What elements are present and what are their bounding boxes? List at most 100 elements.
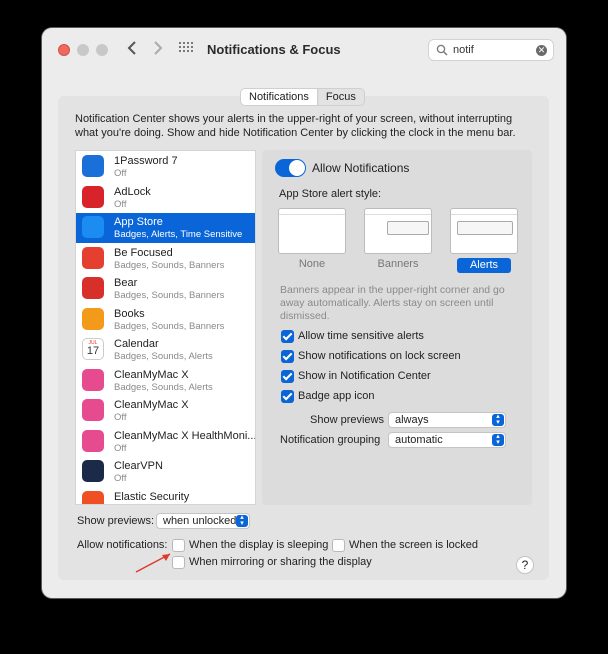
app-list[interactable]: 1Password 7 Off AdLock Off App Store Badges, …: [75, 150, 256, 505]
bear-icon: [82, 277, 104, 299]
screen-locked-label: When the screen is locked: [349, 539, 479, 551]
cleanmymac-icon: [82, 399, 104, 421]
app-list-item[interactable]: CleanMyMac X Off: [76, 396, 255, 426]
tab-bar: Notifications Focus: [240, 88, 365, 106]
app-list-item[interactable]: Books Badges, Sounds, Banners: [76, 305, 255, 335]
app-notification-status: Off: [114, 198, 127, 210]
show-all-grid-icon[interactable]: [179, 42, 195, 56]
lock-screen-checkbox[interactable]: [281, 350, 294, 363]
app-list-item[interactable]: Bear Badges, Sounds, Banners: [76, 274, 255, 304]
grouping-value: automatic: [395, 434, 443, 446]
calendar-icon: JUL 17: [82, 338, 104, 360]
grouping-label: Notification grouping: [280, 434, 381, 446]
style-banners-label: Banners: [377, 258, 419, 270]
cleanmymac-health-icon: [82, 429, 104, 452]
app-name: Elastic Security: [114, 490, 190, 503]
app-name: CleanMyMac X: [114, 399, 189, 411]
chevron-updown-icon: ▴ ▾: [492, 433, 504, 446]
style-none-preview[interactable]: [278, 208, 346, 254]
app-name: Books: [114, 307, 145, 320]
display-sleeping-label: When the display is sleeping: [189, 539, 329, 551]
style-alerts-label: Alerts: [457, 258, 511, 273]
chevron-updown-icon: ▴ ▾: [236, 514, 248, 527]
search-icon: [436, 44, 448, 56]
bottom-show-previews-label: Show previews:: [77, 515, 155, 527]
app-notification-status: Badges, Sounds, Banners: [114, 290, 225, 301]
help-button[interactable]: ?: [516, 556, 534, 574]
app-name: Bear: [114, 277, 138, 289]
bottom-show-previews-value: when unlocked: [163, 515, 237, 527]
alert-style-label: App Store alert style:: [279, 188, 382, 200]
app-notification-status: Badges, Sounds, Banners: [114, 259, 225, 271]
elastic-security-icon: [82, 490, 104, 504]
app-notification-status: Off: [114, 473, 127, 484]
app-name: CleanMyMac X HealthMoni...: [114, 429, 256, 442]
app-name: App Store: [114, 216, 163, 228]
app-list-item[interactable]: AdLock Off: [76, 183, 255, 213]
app-list-item[interactable]: App Store Badges, Alerts, Time Sensitive: [76, 213, 255, 243]
show-previews-value: always: [395, 414, 429, 426]
mirroring-label: When mirroring or sharing the display: [189, 556, 372, 568]
app-name: ClearVPN: [114, 460, 163, 472]
style-none-label: None: [298, 258, 326, 270]
window-title: Notifications & Focus: [207, 42, 341, 57]
app-notification-status: Off: [114, 168, 127, 179]
app-notification-status: Off: [114, 442, 127, 454]
adlock-icon: [82, 185, 104, 208]
style-note: Banners appear in the upper-right corner…: [280, 284, 505, 322]
clear-search-icon[interactable]: ✕: [536, 45, 547, 56]
grouping-select[interactable]: automatic ▴ ▾: [388, 432, 506, 448]
badge-icon-checkbox[interactable]: [281, 390, 294, 403]
app-list-item[interactable]: Elastic Security: [76, 488, 255, 504]
notification-center-checkbox[interactable]: [281, 370, 294, 383]
show-previews-label: Show previews: [310, 414, 384, 426]
zoom-window-button[interactable]: [96, 44, 108, 56]
app-list-item[interactable]: ClearVPN Off: [76, 457, 255, 487]
allow-notifications-label: Allow Notifications: [312, 161, 410, 175]
badge-icon-label: Badge app icon: [298, 390, 375, 402]
app-list-item[interactable]: 1Password 7 Off: [76, 152, 255, 182]
app-list-item[interactable]: CleanMyMac X Badges, Sounds, Alerts: [76, 366, 255, 396]
annotation-arrow-icon: [135, 553, 171, 573]
tab-notifications[interactable]: Notifications: [241, 89, 318, 105]
app-store-icon: [82, 216, 104, 238]
tab-focus[interactable]: Focus: [318, 89, 364, 105]
preferences-window: Notifications & Focus notif ✕ Notificati…: [42, 28, 566, 598]
app-notification-status: Badges, Sounds, Alerts: [114, 381, 213, 393]
time-sensitive-label: Allow time sensitive alerts: [298, 330, 424, 342]
search-field[interactable]: notif ✕: [428, 39, 554, 61]
bottom-show-previews-select[interactable]: when unlocked ▴ ▾: [156, 513, 250, 529]
app-name: Calendar: [114, 338, 159, 350]
app-notification-status: Badges, Alerts, Time Sensitive: [114, 229, 243, 240]
show-previews-select[interactable]: always ▴ ▾: [388, 412, 506, 428]
detail-pane: Allow Notifications App Store alert styl…: [262, 150, 532, 505]
search-input[interactable]: notif: [453, 44, 474, 56]
close-window-button[interactable]: [58, 44, 70, 56]
screen-locked-checkbox[interactable]: [332, 539, 345, 552]
be-focused-icon: [82, 246, 104, 269]
clearvpn-icon: [82, 460, 104, 482]
title-bar: Notifications & Focus notif ✕: [42, 28, 566, 72]
chevron-updown-icon: ▴ ▾: [492, 413, 504, 426]
app-notification-status: Off: [114, 412, 127, 423]
app-name: AdLock: [114, 185, 151, 198]
cleanmymac-icon: [82, 368, 104, 391]
1password-icon: [82, 155, 104, 177]
app-list-item[interactable]: Be Focused Badges, Sounds, Banners: [76, 244, 255, 274]
time-sensitive-checkbox[interactable]: [281, 330, 294, 343]
lock-screen-label: Show notifications on lock screen: [298, 350, 461, 362]
app-notification-status: Badges, Sounds, Banners: [114, 320, 225, 332]
forward-button[interactable]: [148, 40, 168, 60]
app-list-item[interactable]: CleanMyMac X HealthMoni... Off: [76, 427, 255, 457]
books-icon: [82, 307, 104, 330]
minimize-window-button[interactable]: [77, 44, 89, 56]
style-banners-preview[interactable]: [364, 208, 432, 254]
app-name: Be Focused: [114, 246, 173, 259]
allow-notifications-toggle[interactable]: [275, 159, 306, 177]
back-button[interactable]: [122, 40, 142, 60]
app-name: CleanMyMac X: [114, 368, 189, 381]
style-alerts-preview[interactable]: [450, 208, 518, 254]
notification-center-label: Show in Notification Center: [298, 370, 431, 382]
description-text: Notification Center shows your alerts in…: [75, 113, 516, 139]
app-list-item[interactable]: JUL 17 Calendar Badges, Sounds, Alerts: [76, 335, 255, 365]
